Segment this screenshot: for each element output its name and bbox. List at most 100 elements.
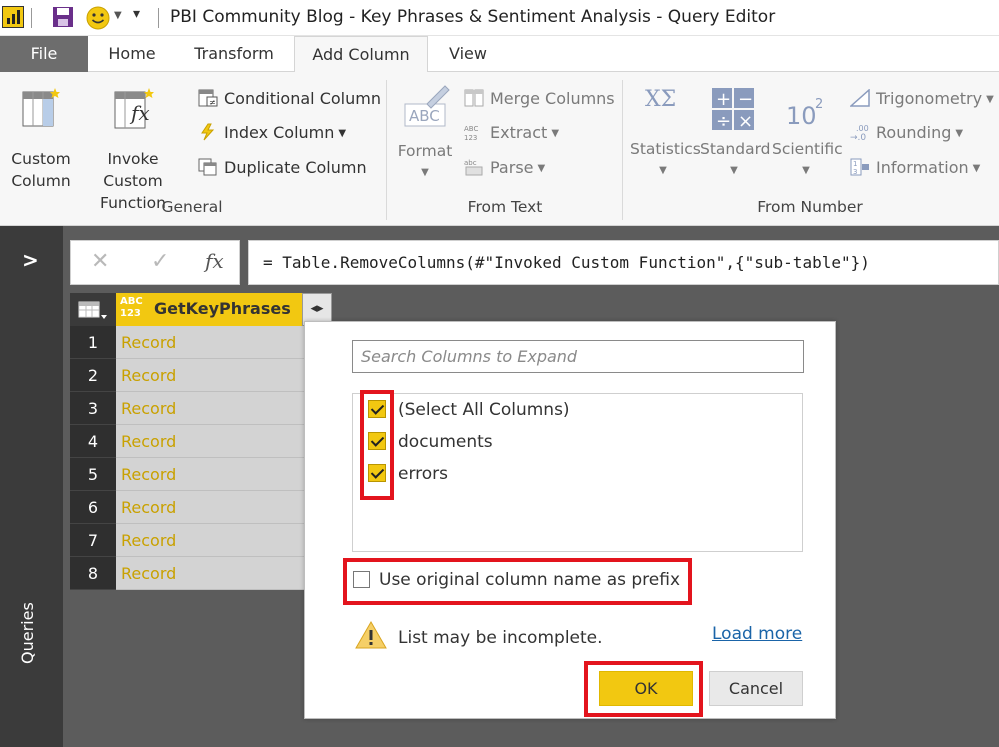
tab-add-column[interactable]: Add Column	[294, 36, 428, 73]
trigonometry-label: Trigonometry	[876, 89, 983, 108]
search-columns-input[interactable]	[352, 340, 804, 373]
table-cell-record[interactable]: Record	[116, 392, 304, 425]
checkbox-select-all[interactable]	[368, 400, 386, 418]
table-cell-record[interactable]: Record	[116, 359, 304, 392]
group-separator	[622, 80, 623, 220]
standard-label: Standard	[700, 140, 771, 158]
index-column-label: Index Column	[224, 123, 335, 142]
column-option-label: errors	[398, 464, 449, 484]
title-separator	[158, 8, 159, 28]
merge-columns-label: Merge Columns	[490, 89, 615, 108]
prefix-option[interactable]: Use original column name as prefix	[353, 568, 680, 592]
smiley-feedback-icon[interactable]	[86, 6, 110, 30]
information-dropdown-icon[interactable]: ▼	[973, 163, 981, 174]
index-column-button[interactable]: Index Column ▼	[198, 122, 346, 145]
checkbox-errors[interactable]	[368, 464, 386, 482]
column-option-documents[interactable]: documents	[368, 430, 493, 454]
column-option-select-all[interactable]: (Select All Columns)	[368, 398, 570, 422]
row-number[interactable]: 7	[70, 524, 116, 557]
format-dropdown-icon[interactable]: ▼	[394, 162, 456, 184]
invoke-custom-function-button[interactable]: fx Invoke Custom Function	[78, 86, 188, 214]
any-type-icon[interactable]: ABC 123	[120, 296, 143, 320]
parse-button[interactable]: abc Parse ▼	[464, 157, 545, 180]
tab-view[interactable]: View	[436, 36, 500, 72]
confirm-formula-icon[interactable]: ✓	[151, 249, 169, 274]
table-cell-record[interactable]: Record	[116, 425, 304, 458]
conditional-column-button[interactable]: ≠ Conditional Column	[198, 88, 381, 110]
parse-dropdown-icon[interactable]: ▼	[538, 163, 546, 174]
table-cell-record[interactable]: Record	[116, 458, 304, 491]
merge-columns-icon	[464, 89, 484, 107]
customize-toolbar-icon[interactable]: ▾	[133, 6, 140, 22]
information-label: Information	[876, 158, 969, 177]
table-menu-button[interactable]	[70, 293, 116, 326]
tab-transform[interactable]: Transform	[180, 36, 288, 72]
row-number[interactable]: 1	[70, 326, 116, 359]
index-column-dropdown-icon[interactable]: ▼	[338, 128, 346, 139]
table-cell-record[interactable]: Record	[116, 524, 304, 557]
feedback-dropdown-icon[interactable]: ▼	[114, 10, 122, 21]
scientific-button[interactable]: 10 2 Scientific ▼	[772, 84, 843, 182]
column-option-label: (Select All Columns)	[398, 400, 570, 420]
extract-button[interactable]: ABC 123 Extract ▼	[464, 122, 559, 145]
table-cell-record[interactable]: Record	[116, 326, 304, 359]
load-more-link[interactable]: Load more	[712, 622, 802, 646]
scientific-dropdown-icon[interactable]: ▼	[772, 160, 840, 182]
svg-text:+: +	[716, 89, 731, 110]
formula-input[interactable]: = Table.RemoveColumns(#"Invoked Custom F…	[248, 240, 999, 285]
custom-column-button[interactable]: Custom Column	[8, 86, 74, 192]
cancel-formula-icon[interactable]: ✕	[91, 249, 109, 274]
conditional-column-label: Conditional Column	[224, 89, 381, 108]
merge-columns-button[interactable]: Merge Columns	[464, 88, 615, 110]
duplicate-column-label: Duplicate Column	[224, 158, 367, 177]
group-label-from-text: From Text	[467, 198, 543, 216]
svg-text:ABC: ABC	[409, 107, 440, 125]
row-number[interactable]: 8	[70, 557, 116, 590]
tab-file[interactable]: File	[0, 36, 88, 72]
column-option-errors[interactable]: errors	[368, 462, 448, 486]
duplicate-column-button[interactable]: Duplicate Column	[198, 157, 367, 179]
row-number[interactable]: 3	[70, 392, 116, 425]
standard-button[interactable]: + − ÷ × Standard ▼	[700, 84, 771, 182]
checkbox-documents[interactable]	[368, 432, 386, 450]
custom-column-label: Custom Column	[11, 150, 71, 190]
rounding-button[interactable]: .00 →.0 Rounding ▼	[850, 122, 963, 145]
prefix-label: Use original column name as prefix	[379, 570, 681, 590]
row-number[interactable]: 2	[70, 359, 116, 392]
tab-home[interactable]: Home	[96, 36, 168, 72]
table-cell-record[interactable]: Record	[116, 557, 304, 590]
rounding-dropdown-icon[interactable]: ▼	[955, 128, 963, 139]
extract-dropdown-icon[interactable]: ▼	[551, 128, 559, 139]
row-number[interactable]: 4	[70, 425, 116, 458]
ribbon: Custom Column fx Invoke Custom Function …	[0, 72, 999, 226]
information-button[interactable]: 1 3 Information ▼	[850, 157, 980, 180]
standard-dropdown-icon[interactable]: ▼	[700, 160, 768, 182]
row-number[interactable]: 5	[70, 458, 116, 491]
expand-queries-chevron-icon[interactable]: >	[22, 248, 39, 272]
row-number[interactable]: 6	[70, 491, 116, 524]
power-bi-logo-icon	[2, 6, 24, 28]
group-label-from-number: From Number	[757, 198, 863, 216]
prefix-checkbox[interactable]	[353, 571, 370, 588]
cancel-button[interactable]: Cancel	[709, 671, 803, 706]
statistics-button[interactable]: XΣ Statistics ▼	[630, 84, 701, 182]
svg-text:×: ×	[738, 111, 753, 132]
group-label-general: General	[161, 198, 223, 216]
svg-text:abc: abc	[464, 159, 477, 167]
extract-icon: ABC123	[464, 125, 478, 141]
title-separator	[31, 8, 32, 28]
statistics-dropdown-icon[interactable]: ▼	[630, 160, 696, 182]
ok-button[interactable]: OK	[599, 671, 693, 706]
table-icon	[78, 301, 107, 319]
save-icon[interactable]	[52, 6, 74, 28]
trigonometry-button[interactable]: Trigonometry ▼	[850, 88, 994, 111]
svg-text:123: 123	[464, 134, 477, 141]
column-header-getkeyphrases[interactable]: ABC 123 GetKeyPhrases	[116, 293, 302, 326]
formula-bar-buttons: ✕ ✓ fx	[70, 240, 240, 285]
queries-pane-label[interactable]: Queries	[18, 602, 37, 664]
fx-icon[interactable]: fx	[205, 249, 224, 273]
svg-text:.00: .00	[856, 124, 869, 133]
trigonometry-dropdown-icon[interactable]: ▼	[986, 94, 994, 105]
table-cell-record[interactable]: Record	[116, 491, 304, 524]
format-button[interactable]: ABC Format ▼	[394, 84, 456, 184]
